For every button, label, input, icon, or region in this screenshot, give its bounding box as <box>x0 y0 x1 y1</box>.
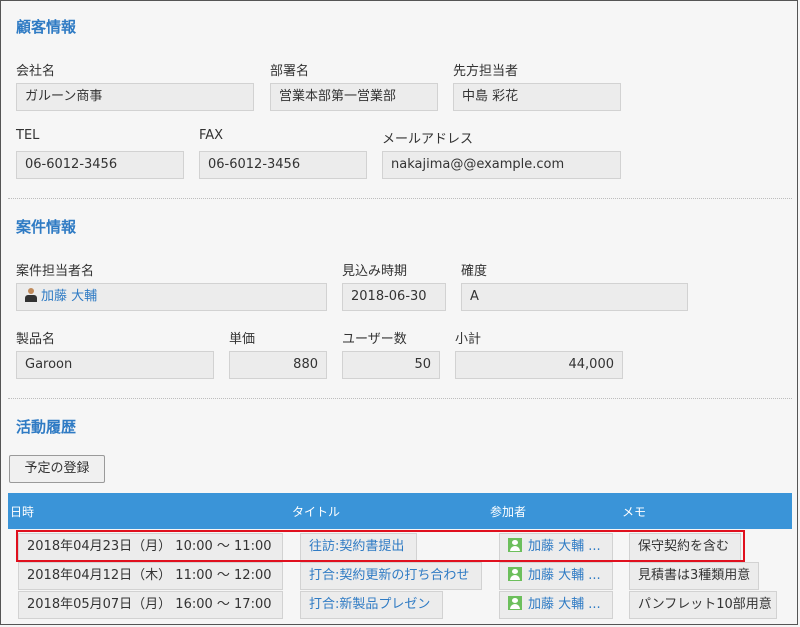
owner-field[interactable]: 加藤 大輔 <box>16 283 327 311</box>
company-label: 会社名 <box>16 64 56 79</box>
section-divider <box>8 398 792 399</box>
activity-section-title: 活動履歴 <box>16 418 77 436</box>
row-datetime: 2018年04月23日（月） 10:00 ～ 11:00 <box>18 533 283 561</box>
column-participant: 参加者 <box>490 505 527 519</box>
certainty-label: 確度 <box>461 264 488 279</box>
subtotal-field[interactable]: 44,000 <box>455 351 623 379</box>
column-datetime: 日時 <box>10 505 35 519</box>
company-field[interactable]: ガルーン商事 <box>16 83 254 111</box>
row-memo: 保守契約を含む <box>629 533 741 561</box>
email-label: メールアドレス <box>382 132 474 147</box>
subtotal-label: 小計 <box>455 332 482 347</box>
date-field[interactable]: 2018-06-30 <box>342 283 446 311</box>
add-schedule-button[interactable]: 予定の登録 <box>9 455 105 483</box>
tel-field[interactable]: 06-6012-3456 <box>16 151 184 179</box>
row-title-link[interactable]: 往訪:契約書提出 <box>300 533 417 561</box>
section-divider <box>8 198 792 199</box>
row-memo: パンフレット10部用意 <box>629 591 777 619</box>
tel-label: TEL <box>16 128 40 143</box>
contact-label: 先方担当者 <box>453 64 519 79</box>
fax-field[interactable]: 06-6012-3456 <box>199 151 367 179</box>
owner-label: 案件担当者名 <box>16 264 95 279</box>
owner-link[interactable]: 加藤 大輔 <box>41 289 97 304</box>
deal-section-title: 案件情報 <box>16 218 77 236</box>
user-icon <box>508 538 522 552</box>
row-datetime: 2018年05月07日（月） 16:00 ～ 17:00 <box>18 591 283 619</box>
activity-table-header: 日時 タイトル 参加者 メモ <box>8 493 792 529</box>
customer-section-title: 顧客情報 <box>16 18 77 36</box>
row-participant[interactable]: 加藤 大輔 ... <box>499 591 613 619</box>
row-memo: 見積書は3種類用意 <box>629 562 759 590</box>
users-field[interactable]: 50 <box>342 351 440 379</box>
user-icon <box>508 596 522 610</box>
user-icon <box>508 567 522 581</box>
row-participant[interactable]: 加藤 大輔 ... <box>499 533 613 561</box>
price-label: 単価 <box>229 332 256 347</box>
users-label: ユーザー数 <box>342 332 407 347</box>
contact-field[interactable]: 中島 彩花 <box>453 83 621 111</box>
row-datetime: 2018年04月12日（木） 11:00 ～ 12:00 <box>18 562 283 590</box>
date-label: 見込み時期 <box>342 264 408 279</box>
certainty-field[interactable]: A <box>461 283 688 311</box>
email-field[interactable]: nakajima@@example.com <box>382 151 621 179</box>
column-memo: メモ <box>622 505 647 519</box>
column-title: タイトル <box>292 505 341 519</box>
price-field[interactable]: 880 <box>229 351 327 379</box>
product-field[interactable]: Garoon <box>16 351 214 379</box>
row-title-link[interactable]: 打合:契約更新の打ち合わせ <box>300 562 482 590</box>
dept-field[interactable]: 営業本部第一営業部 <box>270 83 438 111</box>
row-title-link[interactable]: 打合:新製品プレゼン <box>300 591 443 619</box>
row-participant[interactable]: 加藤 大輔 ... <box>499 562 613 590</box>
person-icon <box>25 288 37 302</box>
fax-label: FAX <box>199 128 224 143</box>
product-label: 製品名 <box>16 332 56 347</box>
dept-label: 部署名 <box>270 64 310 79</box>
